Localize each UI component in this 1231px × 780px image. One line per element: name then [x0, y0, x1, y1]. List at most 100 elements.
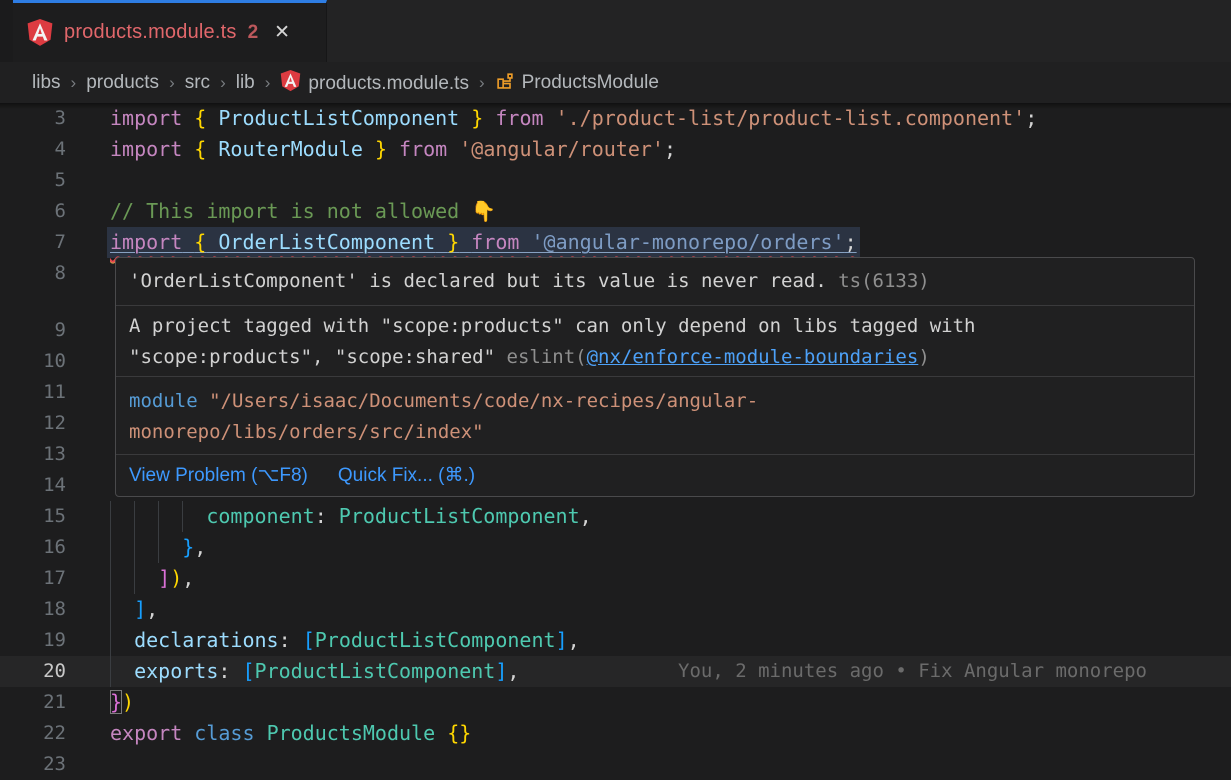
indent-guide [110, 656, 111, 687]
code-token: [ [242, 659, 254, 683]
view-problem-action[interactable]: View Problem (⌥F8) [129, 464, 308, 487]
line-number[interactable]: 4 [0, 134, 66, 165]
hover-text: ) [918, 346, 929, 368]
indent-guide [134, 532, 135, 563]
code-content[interactable]: exports: [ProductListComponent],You, 2 m… [66, 656, 1231, 687]
hover-text: "scope:products", "scope:shared" [129, 346, 507, 368]
breadcrumb-item-file[interactable]: products.module.ts [280, 70, 469, 95]
breadcrumb-item-symbol[interactable]: ProductsModule [495, 71, 659, 94]
indent-guide [134, 501, 135, 532]
line-number[interactable]: 17 [0, 563, 66, 594]
code-token: , [194, 535, 206, 559]
code-token: exports [134, 659, 218, 683]
code-token: export [110, 721, 182, 745]
code-editor[interactable]: 'OrderListComponent' is declared but its… [0, 103, 1231, 780]
code-line-19[interactable]: 19 declarations: [ProductListComponent], [0, 625, 1231, 656]
line-number[interactable]: 22 [0, 718, 66, 749]
code-line-22[interactable]: 22export class ProductsModule {} [0, 718, 1231, 749]
hover-status-bar: View Problem (⌥F8) Quick Fix... (⌘.) [116, 455, 1194, 496]
code-content[interactable]: }) [66, 687, 1231, 718]
code-token: ProductListComponent [315, 628, 556, 652]
code-token: class [194, 721, 254, 745]
code-token: ProductListComponent [255, 659, 496, 683]
code-token: : [218, 659, 230, 683]
angular-icon [27, 19, 53, 47]
line-number[interactable]: 11 [0, 377, 66, 408]
code-line-18[interactable]: 18 ], [0, 594, 1231, 625]
breadcrumb-separator: › [220, 73, 226, 93]
indent-guide [158, 501, 159, 532]
code-line-21[interactable]: 21}) [0, 687, 1231, 718]
code-line-23[interactable]: 23 [0, 749, 1231, 780]
code-line-20[interactable]: 20 exports: [ProductListComponent],You, … [0, 656, 1231, 687]
line-number[interactable]: 12 [0, 408, 66, 439]
code-content[interactable] [66, 165, 1231, 196]
line-number[interactable]: 16 [0, 532, 66, 563]
code-token: ; [845, 230, 857, 254]
breadcrumb-separator: › [71, 73, 77, 93]
line-number[interactable]: 7 [0, 227, 66, 258]
code-token [447, 137, 459, 161]
indent-guide [110, 594, 111, 625]
code-line-6[interactable]: 6 // This import is not allowed 👇 [0, 196, 1231, 227]
line-number[interactable]: 5 [0, 165, 66, 196]
code-token: } [110, 690, 122, 714]
code-line-7[interactable]: 7 import { OrderListComponent } from '@an… [0, 227, 1231, 258]
tab-products-module[interactable]: products.module.ts 2 ✕ [13, 0, 327, 62]
code-line-17[interactable]: 17 ]), [0, 563, 1231, 594]
code-token [182, 230, 194, 254]
code-content[interactable]: // This import is not allowed 👇 [66, 196, 1231, 227]
code-line-4[interactable]: 4import { RouterModule } from '@angular/… [0, 134, 1231, 165]
git-blame-annotation: You, 2 minutes ago • Fix Angular monorep… [678, 656, 1147, 687]
code-token: , [580, 504, 592, 528]
line-number[interactable]: 18 [0, 594, 66, 625]
code-token: import [110, 137, 182, 161]
breadcrumb-item-lib[interactable]: lib [236, 72, 255, 94]
breadcrumb-item-products[interactable]: products [86, 72, 159, 94]
line-number[interactable]: 14 [0, 470, 66, 501]
code-token: // This import is not allowed 👇 [110, 199, 496, 223]
indent-guide [110, 563, 111, 594]
eslint-rule-link[interactable]: @nx/enforce-module-boundaries [587, 346, 919, 368]
code-content[interactable]: import { OrderListComponent } from '@ang… [66, 227, 1231, 258]
line-number[interactable]: 6 [0, 196, 66, 227]
line-number[interactable]: 8 [0, 258, 66, 289]
code-content[interactable]: export class ProductsModule {} [66, 718, 1231, 749]
code-content[interactable]: ], [66, 594, 1231, 625]
line-number[interactable]: 9 [0, 315, 66, 346]
line-number[interactable]: 23 [0, 749, 66, 780]
code-content[interactable]: }, [66, 532, 1231, 563]
line-number[interactable]: 19 [0, 625, 66, 656]
code-line-5[interactable]: 5 [0, 165, 1231, 196]
code-line-16[interactable]: 16 }, [0, 532, 1231, 563]
indent-guide [110, 501, 111, 532]
line-number[interactable]: 13 [0, 439, 66, 470]
code-token: ProductListComponent [339, 504, 580, 528]
code-line-15[interactable]: 15 component: ProductListComponent, [0, 501, 1231, 532]
code-token [182, 721, 194, 745]
breadcrumb-item-libs[interactable]: libs [32, 72, 61, 94]
code-content[interactable]: ]), [66, 563, 1231, 594]
line-number[interactable]: 10 [0, 346, 66, 377]
module-info: module "/Users/isaac/Documents/code/nx-r… [116, 377, 1194, 455]
code-token [182, 137, 194, 161]
highlighted-import-statement[interactable]: import { OrderListComponent } from '@ang… [107, 227, 860, 258]
code-content[interactable]: import { RouterModule } from '@angular/r… [66, 134, 1231, 165]
code-token [110, 628, 134, 652]
breadcrumb: libs › products › src › lib › products.m… [0, 62, 1231, 103]
breadcrumb-item-src[interactable]: src [185, 72, 210, 94]
code-token: ) [122, 690, 134, 714]
eslint-diagnostic: A project tagged with "scope:products" c… [116, 306, 1194, 377]
tab-close-icon[interactable]: ✕ [274, 21, 290, 44]
code-content[interactable]: declarations: [ProductListComponent], [66, 625, 1231, 656]
line-number[interactable]: 15 [0, 501, 66, 532]
line-number[interactable]: 20 [0, 656, 66, 687]
quick-fix-action[interactable]: Quick Fix... (⌘.) [338, 464, 475, 487]
code-token: , [182, 566, 194, 590]
code-content[interactable]: component: ProductListComponent, [66, 501, 1231, 532]
code-token: } [447, 230, 459, 254]
line-number[interactable]: 21 [0, 687, 66, 718]
indent-guide [110, 625, 111, 656]
code-token [435, 721, 447, 745]
code-content[interactable] [66, 749, 1231, 780]
